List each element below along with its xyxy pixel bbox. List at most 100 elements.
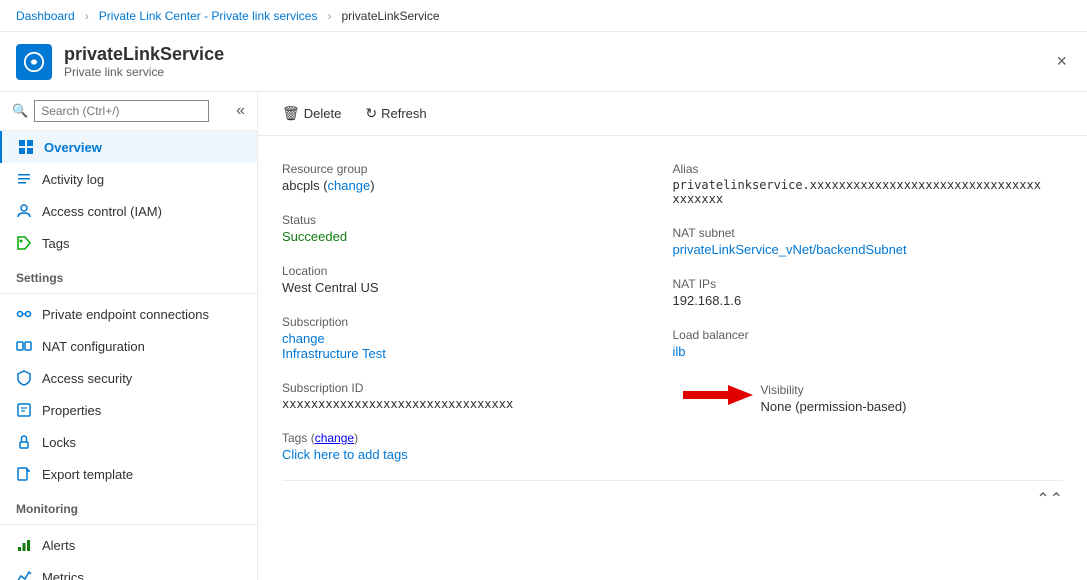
refresh-button[interactable]: ↻ Refresh: [357, 101, 434, 126]
settings-section-label: Settings: [0, 259, 257, 289]
visibility-row: Visibility None (permission-based): [673, 373, 1064, 424]
breadcrumb-current: privateLinkService: [341, 9, 439, 23]
status-label: Status: [282, 213, 657, 227]
location-label: Location: [282, 264, 657, 278]
nat-subnet-link[interactable]: privateLinkService_vNet/backendSubnet: [673, 242, 907, 257]
resource-group-cell: Resource group abcpls (change): [282, 152, 673, 203]
resource-group-change-link[interactable]: change: [328, 178, 371, 193]
header-text: privateLinkService Private link service: [64, 44, 224, 79]
sidebar-item-tags-label: Tags: [42, 236, 69, 251]
sidebar-item-metrics[interactable]: Metrics: [0, 561, 257, 580]
search-icon: 🔍: [12, 103, 28, 119]
resource-header: privateLinkService Private link service …: [0, 32, 1087, 92]
sidebar-item-overview-label: Overview: [44, 140, 102, 155]
red-arrow-annotation: [673, 381, 753, 409]
subscription-value: change: [282, 331, 657, 346]
resource-title: privateLinkService: [64, 44, 224, 65]
export-template-icon: [16, 466, 32, 482]
detail-grid: Resource group abcpls (change) Status Su…: [282, 152, 1063, 472]
sidebar-item-export-template[interactable]: Export template: [0, 458, 257, 490]
sidebar-item-private-endpoint-label: Private endpoint connections: [42, 307, 209, 322]
private-endpoint-icon: [16, 306, 32, 322]
nat-subnet-value: privateLinkService_vNet/backendSubnet: [673, 242, 1048, 257]
sidebar-item-properties-label: Properties: [42, 403, 101, 418]
sidebar-item-access-security[interactable]: Access security: [0, 362, 257, 394]
sidebar-nav: Overview Activity log Access control (IA…: [0, 131, 257, 580]
overview-icon: [18, 139, 34, 155]
subscription-id-value: xxxxxxxxxxxxxxxxxxxxxxxxxxxxxxxx: [282, 397, 657, 411]
nat-ips-value: 192.168.1.6: [673, 293, 1048, 308]
sidebar-item-metrics-label: Metrics: [42, 570, 84, 580]
subscription-cell: Subscription change Infrastructure Test: [282, 305, 673, 371]
alias-value: privatelinkservice.xxxxxxxxxxxxxxxxxxxxx…: [673, 178, 1048, 206]
breadcrumb-sep-2: ›: [327, 9, 331, 23]
properties-icon: [16, 402, 32, 418]
sidebar-item-alerts[interactable]: Alerts: [0, 529, 257, 561]
tags-label: Tags (change): [282, 431, 657, 445]
status-cell: Status Succeeded: [282, 203, 673, 254]
iam-icon: [16, 203, 32, 219]
refresh-icon: ↻: [365, 105, 377, 122]
location-cell: Location West Central US: [282, 254, 673, 305]
header-left: privateLinkService Private link service: [16, 44, 224, 80]
detail-left: Resource group abcpls (change) Status Su…: [282, 152, 673, 472]
sidebar-item-tags[interactable]: Tags: [0, 227, 257, 259]
load-balancer-label: Load balancer: [673, 328, 1048, 342]
sidebar-item-overview[interactable]: Overview: [0, 131, 257, 163]
sidebar-item-export-template-label: Export template: [42, 467, 133, 482]
close-button[interactable]: ×: [1052, 47, 1071, 76]
search-box: 🔍 «: [0, 92, 257, 131]
subscription-name-link[interactable]: Infrastructure Test: [282, 346, 386, 361]
delete-label: Delete: [304, 106, 342, 121]
nat-subnet-label: NAT subnet: [673, 226, 1048, 240]
sidebar: 🔍 « Overview Activity log: [0, 92, 258, 580]
nat-subnet-cell: NAT subnet privateLinkService_vNet/backe…: [673, 216, 1064, 267]
refresh-label: Refresh: [381, 106, 427, 121]
locks-icon: [16, 434, 32, 450]
tags-change-link[interactable]: change: [315, 431, 354, 445]
toolbar: 🗑 Delete ↻ Refresh: [258, 92, 1087, 136]
resource-subtitle: Private link service: [64, 65, 224, 79]
delete-icon: 🗑: [282, 105, 300, 122]
alerts-icon: [16, 537, 32, 553]
sidebar-item-nat-label: NAT configuration: [42, 339, 145, 354]
nat-icon: [16, 338, 32, 354]
load-balancer-cell: Load balancer ilb: [673, 318, 1064, 369]
status-value: Succeeded: [282, 229, 657, 244]
sidebar-item-access-security-label: Access security: [42, 371, 132, 386]
location-value: West Central US: [282, 280, 657, 295]
access-security-icon: [16, 370, 32, 386]
alias-label: Alias: [673, 162, 1048, 176]
sidebar-item-private-endpoint[interactable]: Private endpoint connections: [0, 298, 257, 330]
resource-group-label: Resource group: [282, 162, 657, 176]
tags-add-link[interactable]: Click here to add tags: [282, 447, 657, 462]
sidebar-item-nat-config[interactable]: NAT configuration: [0, 330, 257, 362]
nat-ips-cell: NAT IPs 192.168.1.6: [673, 267, 1064, 318]
add-tags-link[interactable]: Click here to add tags: [282, 447, 408, 462]
monitoring-section-label: Monitoring: [0, 490, 257, 520]
sidebar-item-properties[interactable]: Properties: [0, 394, 257, 426]
content-area: 🗑 Delete ↻ Refresh Resource group abcpls: [258, 92, 1087, 580]
subscription-change-link[interactable]: change: [282, 331, 325, 346]
subscription-id-label: Subscription ID: [282, 381, 657, 395]
load-balancer-link[interactable]: ilb: [673, 344, 686, 359]
tags-icon: [16, 235, 32, 251]
red-arrow-icon: [673, 381, 753, 409]
sidebar-item-activity-log[interactable]: Activity log: [0, 163, 257, 195]
collapse-detail-button[interactable]: ⌃⌃: [1036, 489, 1063, 509]
main-layout: 🔍 « Overview Activity log: [0, 92, 1087, 580]
collapse-sidebar-icon[interactable]: «: [236, 102, 245, 120]
sidebar-item-locks[interactable]: Locks: [0, 426, 257, 458]
breadcrumb-dashboard[interactable]: Dashboard: [16, 9, 75, 23]
sidebar-item-locks-label: Locks: [42, 435, 76, 450]
sidebar-item-access-control[interactable]: Access control (IAM): [0, 195, 257, 227]
visibility-cell: Visibility None (permission-based): [761, 373, 923, 424]
visibility-label: Visibility: [761, 383, 907, 397]
search-input[interactable]: [34, 100, 209, 122]
delete-button[interactable]: 🗑 Delete: [274, 101, 349, 126]
load-balancer-value: ilb: [673, 344, 1048, 359]
visibility-value: None (permission-based): [761, 399, 907, 414]
breadcrumb-private-link[interactable]: Private Link Center - Private link servi…: [99, 9, 318, 23]
breadcrumb: Dashboard › Private Link Center - Privat…: [0, 0, 1087, 32]
sidebar-item-iam-label: Access control (IAM): [42, 204, 162, 219]
